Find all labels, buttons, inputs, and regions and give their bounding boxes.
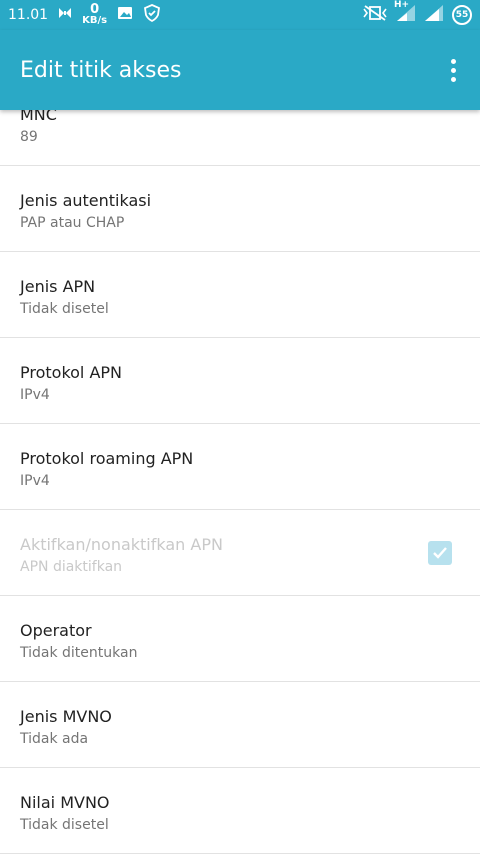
setting-summary: APN diaktifkan <box>20 559 123 575</box>
media-icon <box>58 6 72 24</box>
dot <box>451 58 456 64</box>
setting-title: Aktifkan/nonaktifkan APN <box>20 535 223 554</box>
dot <box>451 67 456 73</box>
setting-mvno-type[interactable]: Jenis MVNO Tidak ada <box>0 682 480 768</box>
page-title: Edit titik akses <box>20 57 182 83</box>
shield-icon <box>143 4 161 26</box>
signal-icon <box>424 4 444 26</box>
setting-apn-enable: Aktifkan/nonaktifkan APN APN diaktifkan <box>0 510 480 596</box>
setting-operator[interactable]: Operator Tidak ditentukan <box>0 596 480 682</box>
signal-h-plus-icon: H+ <box>394 0 416 26</box>
dot <box>451 76 456 82</box>
status-bar: 11.01 0 KB/s H+ 55 <box>0 0 480 30</box>
setting-summary: 89 <box>20 129 38 145</box>
setting-summary: PAP atau CHAP <box>20 215 125 231</box>
setting-title: Jenis APN <box>20 277 96 296</box>
check-icon <box>433 547 447 559</box>
setting-mvno-value[interactable]: Nilai MVNO Tidak disetel <box>0 768 480 854</box>
overflow-menu-icon[interactable] <box>447 53 460 88</box>
net-speed-unit: KB/s <box>82 15 108 26</box>
setting-auth-type[interactable]: Jenis autentikasi PAP atau CHAP <box>0 166 480 252</box>
vibrate-mute-icon <box>362 5 388 25</box>
battery-icon: 55 <box>452 5 472 25</box>
setting-summary: IPv4 <box>20 473 50 489</box>
settings-list: MNC 89 Jenis autentikasi PAP atau CHAP J… <box>0 80 480 854</box>
apn-enabled-checkbox <box>428 541 452 565</box>
setting-apn-type[interactable]: Jenis APN Tidak disetel <box>0 252 480 338</box>
net-speed: 0 KB/s <box>82 3 108 26</box>
setting-title: Jenis MVNO <box>20 707 112 726</box>
data-type-label: H+ <box>394 0 410 10</box>
setting-summary: Tidak disetel <box>20 817 109 833</box>
status-time: 11.01 <box>8 7 49 23</box>
setting-title: Jenis autentikasi <box>20 191 152 210</box>
setting-summary: IPv4 <box>20 387 50 403</box>
setting-title: Protokol APN <box>20 363 123 382</box>
setting-apn-protocol[interactable]: Protokol APN IPv4 <box>0 338 480 424</box>
setting-summary: Tidak disetel <box>20 301 109 317</box>
setting-title: Operator <box>20 621 92 640</box>
setting-summary: Tidak ditentukan <box>20 645 138 661</box>
gallery-icon <box>117 5 133 25</box>
setting-title: Protokol roaming APN <box>20 449 194 468</box>
app-bar: Edit titik akses <box>0 30 480 110</box>
setting-title: Nilai MVNO <box>20 793 110 812</box>
setting-apn-roaming-protocol[interactable]: Protokol roaming APN IPv4 <box>0 424 480 510</box>
setting-summary: Tidak ada <box>20 731 89 747</box>
